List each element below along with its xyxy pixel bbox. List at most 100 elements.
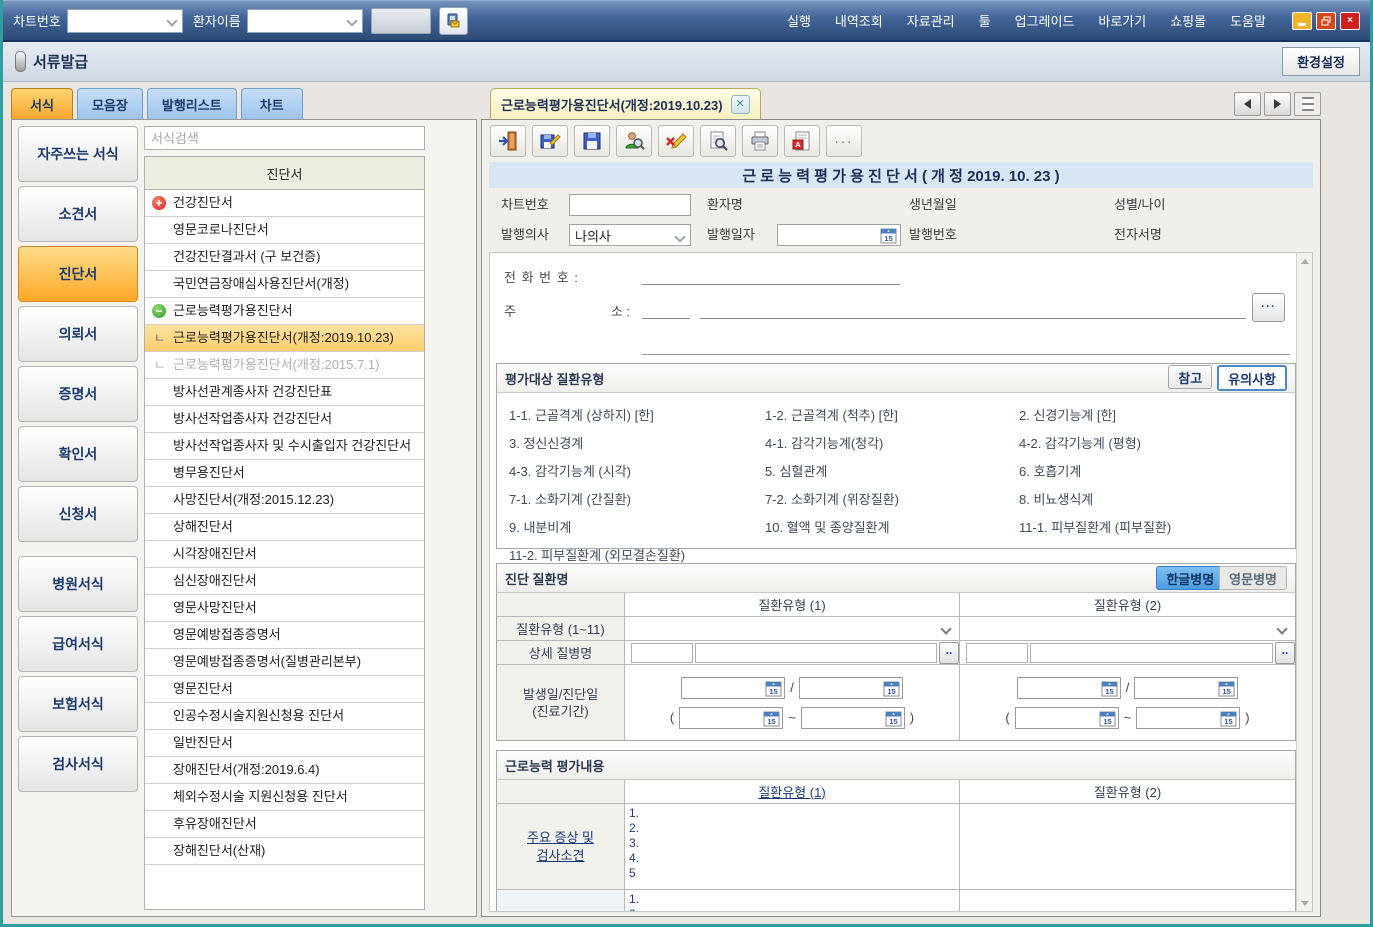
diagnosis-date1-input[interactable]: 15	[799, 677, 903, 699]
doctor-select[interactable]: 나의사	[569, 224, 691, 246]
disease-search1-button[interactable]: ‥	[939, 642, 959, 664]
chart-no-combo[interactable]	[67, 9, 183, 33]
minimize-button[interactable]	[1292, 12, 1312, 30]
tab-close-icon[interactable]: ✕	[731, 95, 750, 114]
card-reader-button[interactable]	[439, 7, 468, 35]
scroll-up-button[interactable]	[1298, 254, 1311, 268]
print-button[interactable]	[742, 125, 778, 157]
restore-button[interactable]	[1316, 12, 1336, 30]
tab-chart[interactable]: 차트	[241, 88, 303, 119]
list-item[interactable]: 심신장애진단서	[145, 568, 424, 595]
disease-search2-button[interactable]: ‥	[1275, 642, 1295, 664]
disease-name2-input[interactable]	[1030, 643, 1273, 663]
disease-code2-input[interactable]	[966, 643, 1028, 663]
patient-search-button[interactable]	[616, 125, 652, 157]
english-name-toggle[interactable]: 영문병명	[1219, 566, 1287, 590]
list-item[interactable]: 시각장애진단서	[145, 541, 424, 568]
category-exam-forms[interactable]: 검사서식	[18, 736, 138, 792]
save-as-button[interactable]	[532, 125, 568, 157]
tab-list-button[interactable]	[1294, 92, 1321, 116]
list-item[interactable]: 영문사망진단서	[145, 595, 424, 622]
next-row-type2-textarea[interactable]	[959, 889, 1295, 912]
list-item-disabled[interactable]: ㄴ근로능력평가용진단서(개정:2015.7.1)	[145, 352, 424, 379]
next-tab-button[interactable]	[1264, 92, 1291, 116]
zipcode-underline[interactable]	[642, 318, 690, 319]
disease-code1-input[interactable]	[631, 643, 693, 663]
close-button[interactable]: ×	[1340, 12, 1360, 30]
disease-name1-input[interactable]	[695, 643, 937, 663]
list-item-selected[interactable]: ㄴ근로능력평가용진단서(개정:2019.10.23)	[145, 325, 424, 352]
list-item[interactable]: 후유장애진단서	[145, 811, 424, 838]
list-item[interactable]: 영문진단서	[145, 676, 424, 703]
list-item[interactable]: 장애진단서(개정:2019.6.4)	[145, 757, 424, 784]
korean-name-toggle[interactable]: 한글병명	[1156, 566, 1224, 590]
treat-end2-input[interactable]: 15	[1136, 707, 1240, 729]
list-item[interactable]: 영문예방접종증명서(질병관리본부)	[145, 649, 424, 676]
form-search-input[interactable]	[144, 126, 425, 150]
blank-action-button[interactable]	[371, 8, 431, 34]
collapse-icon[interactable]: −	[152, 304, 166, 318]
chart-no-input[interactable]	[569, 194, 691, 216]
eval-col1-header[interactable]: 질환유형 (1)	[624, 780, 959, 803]
scroll-down-button[interactable]	[1298, 896, 1311, 910]
menu-data[interactable]: 자료관리	[907, 11, 955, 30]
list-item[interactable]: 장해진단서(산재)	[145, 838, 424, 865]
category-insurance-forms[interactable]: 보험서식	[18, 676, 138, 732]
document-tab[interactable]: 근로능력평가용진단서(개정:2019.10.23) ✕	[490, 88, 761, 119]
disease-type2-select[interactable]	[961, 618, 1294, 639]
preview-button[interactable]	[700, 125, 736, 157]
list-item[interactable]: 방사선관계종사자 건강진단표	[145, 379, 424, 406]
list-item[interactable]: 체외수정시술 지원신청용 진단서	[145, 784, 424, 811]
list-item[interactable]: 일반진단서	[145, 730, 424, 757]
category-hospital-forms[interactable]: 병원서식	[18, 556, 138, 612]
category-certificate[interactable]: 증명서	[18, 366, 138, 422]
list-item[interactable]: 사망진단서(개정:2015.12.23)	[145, 487, 424, 514]
address-underline[interactable]	[700, 318, 1246, 319]
symptom-type1-textarea[interactable]: 1. 2. 3. 4. 5	[624, 803, 959, 889]
treat-start2-input[interactable]: 15	[1015, 707, 1119, 729]
eval-col1-link[interactable]: 질환유형 (1)	[758, 782, 825, 801]
save-button[interactable]	[574, 125, 610, 157]
menu-shortcut[interactable]: 바로가기	[1098, 11, 1146, 30]
menu-history[interactable]: 내역조회	[835, 11, 883, 30]
menu-tools[interactable]: 툴	[979, 11, 991, 30]
menu-help[interactable]: 도움말	[1230, 11, 1266, 30]
tab-issue-list[interactable]: 발행리스트	[147, 88, 237, 119]
exit-button[interactable]	[490, 125, 526, 157]
delete-button[interactable]	[658, 125, 694, 157]
treat-end1-input[interactable]: 15	[801, 707, 905, 729]
list-item[interactable]: 상해진단서	[145, 514, 424, 541]
address-search-button[interactable]: ···	[1252, 293, 1285, 322]
symptom-label-line1[interactable]: 주요 증상 및	[527, 829, 594, 847]
onset-date2-input[interactable]: 15	[1017, 677, 1121, 699]
list-item[interactable]: +건강진단서	[145, 190, 424, 217]
category-confirmation[interactable]: 확인서	[18, 426, 138, 482]
category-favorites[interactable]: 자주쓰는 서식	[18, 126, 138, 182]
phone-underline[interactable]	[642, 284, 900, 285]
category-diagnosis[interactable]: 진단서	[18, 246, 138, 302]
pdf-export-button[interactable]: A	[784, 125, 820, 157]
address2-underline[interactable]	[642, 354, 1290, 355]
caution-button[interactable]: 유의사항	[1217, 365, 1287, 391]
document-scrollbar[interactable]	[1296, 253, 1312, 911]
onset-date1-input[interactable]: 15	[681, 677, 785, 699]
settings-button[interactable]: 환경설정	[1282, 47, 1360, 76]
symptom-type2-textarea[interactable]	[959, 803, 1295, 889]
diagnosis-date2-input[interactable]: 15	[1134, 677, 1238, 699]
list-item[interactable]: −근로능력평가용진단서	[145, 298, 424, 325]
menu-upgrade[interactable]: 업그레이드	[1015, 11, 1075, 30]
symptom-label-line2[interactable]: 검사소견	[537, 847, 585, 865]
list-item[interactable]: 영문예방접종증명서	[145, 622, 424, 649]
list-item[interactable]: 건강진단결과서 (구 보건증)	[145, 244, 424, 271]
next-row-type1-textarea[interactable]: 1. 2.	[624, 889, 959, 912]
menu-run[interactable]: 실행	[787, 11, 811, 30]
list-item[interactable]: 국민연금장애심사용진단서(개정)	[145, 271, 424, 298]
prev-tab-button[interactable]	[1234, 92, 1261, 116]
menu-shop[interactable]: 쇼핑몰	[1170, 11, 1206, 30]
category-referral[interactable]: 의뢰서	[18, 306, 138, 362]
disease-type1-select[interactable]	[626, 618, 958, 639]
tab-forms[interactable]: 서식	[11, 88, 73, 119]
list-item[interactable]: 방사선작업종사자 및 수시출입자 건강진단서	[145, 433, 424, 460]
category-application[interactable]: 신청서	[18, 486, 138, 542]
category-benefit-forms[interactable]: 급여서식	[18, 616, 138, 672]
